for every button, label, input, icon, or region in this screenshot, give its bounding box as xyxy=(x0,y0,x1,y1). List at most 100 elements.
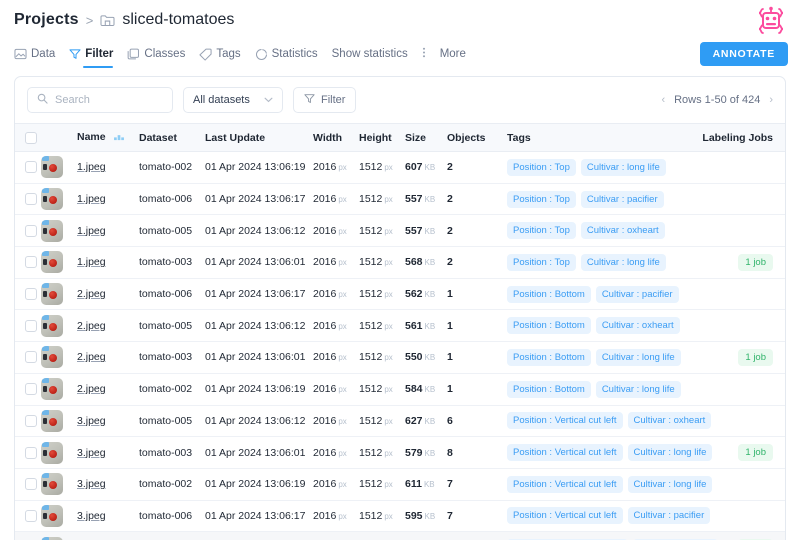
labeling-job-badge[interactable]: 1 job xyxy=(738,253,773,271)
search-box[interactable] xyxy=(27,87,173,113)
tab-statistics[interactable]: Statistics xyxy=(255,40,318,68)
row-select-cell[interactable] xyxy=(15,436,41,469)
row-checkbox[interactable] xyxy=(25,193,37,206)
tag-pill[interactable]: Position : Top xyxy=(507,158,576,176)
tag-pill[interactable]: Position : Bottom xyxy=(507,348,591,366)
filter-button[interactable]: Filter xyxy=(293,87,357,113)
image-thumbnail[interactable] xyxy=(41,536,63,540)
tag-pill[interactable]: Cultivar : long life xyxy=(595,380,681,398)
tab-filter[interactable]: Filter xyxy=(69,40,114,68)
row-thumbnail-cell[interactable] xyxy=(41,405,77,438)
row-checkbox[interactable] xyxy=(25,319,37,332)
row-thumbnail-cell[interactable] xyxy=(41,183,77,216)
dataset-select[interactable]: All datasets xyxy=(183,87,283,113)
row-thumbnail-cell[interactable] xyxy=(41,500,77,533)
table-row[interactable]: 2.jpeg tomato-006 01 Apr 2024 13:06:17 2016… xyxy=(15,278,785,311)
tag-pill[interactable]: Position : Bottom xyxy=(507,380,591,398)
breadcrumb-root[interactable]: Projects xyxy=(14,11,79,29)
file-name-link[interactable]: 1.jpeg xyxy=(77,256,106,268)
row-checkbox[interactable] xyxy=(25,446,37,459)
image-thumbnail[interactable] xyxy=(41,314,63,337)
select-all-checkbox[interactable] xyxy=(25,131,37,144)
tag-pill[interactable]: Position : Bottom xyxy=(507,317,591,335)
row-thumbnail-cell[interactable] xyxy=(41,468,77,501)
row-select-cell[interactable] xyxy=(15,341,41,374)
tab-show-statistics[interactable]: Show statistics xyxy=(332,40,408,68)
file-name-link[interactable]: 1.jpeg xyxy=(77,193,106,205)
tag-pill[interactable]: Cultivar : long life xyxy=(627,475,713,493)
sort-ascending-icon[interactable] xyxy=(113,132,124,144)
table-row[interactable]: 1.jpeg tomato-005 01 Apr 2024 13:06:12 2016… xyxy=(15,214,785,248)
pagination-next-button[interactable]: › xyxy=(769,94,773,106)
row-checkbox[interactable] xyxy=(25,414,37,427)
table-row[interactable]: 4.jpegtomato-00301 Apr 2024 13:06:012016… xyxy=(15,531,785,540)
row-checkbox[interactable] xyxy=(25,383,37,396)
tag-pill[interactable]: Cultivar : long life xyxy=(595,348,681,366)
row-thumbnail-cell[interactable] xyxy=(41,246,77,279)
file-name-link[interactable]: 3.jpeg xyxy=(77,447,106,459)
row-select-cell[interactable] xyxy=(15,309,41,343)
row-thumbnail-cell[interactable] xyxy=(41,278,77,311)
row-checkbox[interactable] xyxy=(25,351,37,364)
row-select-cell[interactable] xyxy=(15,373,41,406)
file-name-link[interactable]: 3.jpeg xyxy=(77,415,106,427)
file-name-link[interactable]: 1.jpeg xyxy=(77,161,106,173)
image-thumbnail[interactable] xyxy=(41,504,63,527)
table-row[interactable]: 2.jpeg tomato-002 01 Apr 2024 13:06:19 2016… xyxy=(15,373,785,406)
labeling-job-badge[interactable]: 1 job xyxy=(738,348,773,366)
tag-pill[interactable]: Position : Top xyxy=(507,190,576,208)
row-name-cell[interactable]: 2.jpeg xyxy=(77,373,139,406)
tab-more[interactable]: More xyxy=(440,40,466,68)
tag-pill[interactable]: Cultivar : long life xyxy=(580,158,666,176)
image-thumbnail[interactable] xyxy=(41,473,63,496)
tag-pill[interactable]: Cultivar : oxheart xyxy=(580,222,665,240)
table-row[interactable]: 3.jpeg tomato-003 01 Apr 2024 13:06:01 2016… xyxy=(15,436,785,469)
column-header-height[interactable]: Height xyxy=(359,123,405,152)
row-select-cell[interactable] xyxy=(15,531,41,540)
tag-pill[interactable]: Cultivar : pacifier xyxy=(627,507,711,525)
row-select-cell[interactable] xyxy=(15,246,41,279)
row-select-cell[interactable] xyxy=(15,500,41,533)
tag-pill[interactable]: Cultivar : long life xyxy=(580,253,666,271)
row-select-cell[interactable] xyxy=(15,183,41,216)
tab-tags[interactable]: Tags xyxy=(199,40,241,68)
row-select-cell[interactable] xyxy=(15,151,41,184)
row-select-cell[interactable] xyxy=(15,214,41,248)
tag-pill[interactable]: Position : Vertical cut left xyxy=(507,475,623,493)
image-thumbnail[interactable] xyxy=(41,409,63,432)
tag-pill[interactable]: Cultivar : pacifier xyxy=(580,190,664,208)
column-header-dataset[interactable]: Dataset xyxy=(139,123,205,152)
image-thumbnail[interactable] xyxy=(41,219,63,242)
row-select-cell[interactable] xyxy=(15,405,41,438)
column-header-tags[interactable]: Tags xyxy=(507,123,699,152)
table-row[interactable]: 2.jpeg tomato-005 01 Apr 2024 13:06:12 2016… xyxy=(15,309,785,343)
tag-pill[interactable]: Cultivar : long life xyxy=(627,444,713,462)
image-thumbnail[interactable] xyxy=(41,441,63,464)
table-row[interactable]: 1.jpeg tomato-002 01 Apr 2024 13:06:19 2016… xyxy=(15,151,785,184)
row-checkbox[interactable] xyxy=(25,161,37,174)
tag-pill[interactable]: Position : Vertical cut left xyxy=(507,444,623,462)
tag-pill[interactable]: Cultivar : oxheart xyxy=(595,317,680,335)
tag-pill[interactable]: Position : Bottom xyxy=(507,285,591,303)
table-row[interactable]: 3.jpeg tomato-005 01 Apr 2024 13:06:12 2016… xyxy=(15,405,785,438)
file-name-link[interactable]: 1.jpeg xyxy=(77,225,106,237)
search-input[interactable] xyxy=(55,94,163,106)
column-header-last-update[interactable]: Last Update xyxy=(205,123,313,152)
row-checkbox[interactable] xyxy=(25,478,37,491)
image-thumbnail[interactable] xyxy=(41,251,63,274)
row-thumbnail-cell[interactable] xyxy=(41,531,77,540)
file-name-link[interactable]: 2.jpeg xyxy=(77,351,106,363)
row-name-cell[interactable]: 1.jpeg xyxy=(77,246,139,279)
row-thumbnail-cell[interactable] xyxy=(41,214,77,248)
tag-pill[interactable]: Position : Top xyxy=(507,253,576,271)
image-thumbnail[interactable] xyxy=(41,188,63,211)
row-thumbnail-cell[interactable] xyxy=(41,373,77,406)
table-row[interactable]: 1.jpeg tomato-003 01 Apr 2024 13:06:01 2016… xyxy=(15,246,785,279)
file-name-link[interactable]: 3.jpeg xyxy=(77,510,106,522)
column-header-labeling-jobs[interactable]: Labeling Jobs xyxy=(699,123,785,152)
row-thumbnail-cell[interactable] xyxy=(41,309,77,343)
row-name-cell[interactable]: 1.jpeg xyxy=(77,183,139,216)
annotate-button[interactable]: ANNOTATE xyxy=(699,42,788,66)
row-name-cell[interactable]: 1.jpeg xyxy=(77,214,139,248)
column-header-size[interactable]: Size xyxy=(405,123,447,152)
